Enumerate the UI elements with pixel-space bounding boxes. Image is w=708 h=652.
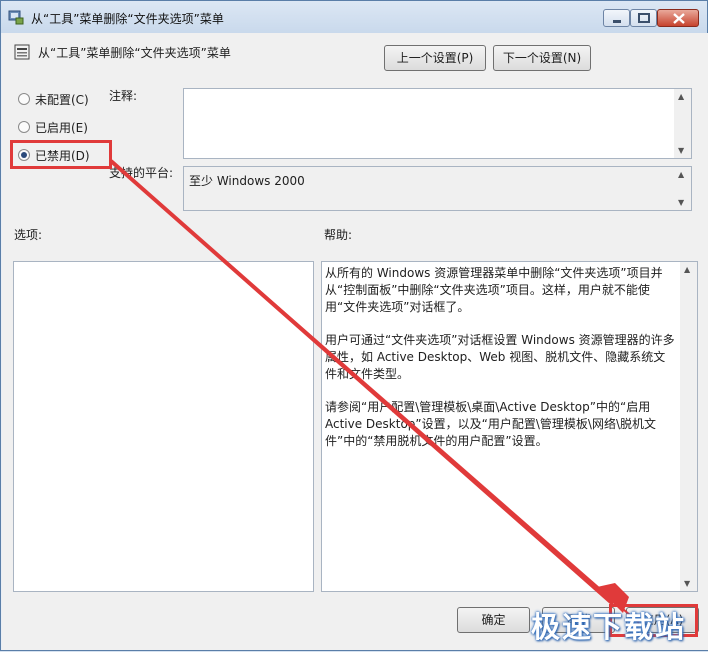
group-policy-dialog: 从“工具”菜单删除“文件夹选项”菜单 从“工具”菜单删除“文件夹选项”菜单 上一… bbox=[0, 0, 708, 651]
comment-scrollbar[interactable]: ▲ ▼ bbox=[674, 89, 691, 158]
help-panel: 从所有的 Windows 资源管理器菜单中删除“文件夹选项”项目并从“控制面板”… bbox=[321, 261, 698, 592]
disabled-option-highlight bbox=[10, 140, 112, 169]
help-paragraph: 用户可通过“文件夹选项”对话框设置 Windows 资源管理器的许多属性，如 A… bbox=[325, 333, 675, 381]
scroll-up-icon[interactable]: ▲ bbox=[684, 265, 690, 274]
comment-label: 注释: bbox=[109, 89, 138, 103]
dialog-body: 从“工具”菜单删除“文件夹选项”菜单 上一个设置(P) 下一个设置(N) 未配置… bbox=[2, 33, 708, 650]
radio-circle[interactable] bbox=[18, 93, 30, 105]
policy-app-icon bbox=[8, 10, 24, 25]
ok-button[interactable]: 确定 bbox=[457, 607, 530, 633]
previous-setting-button[interactable]: 上一个设置(P) bbox=[384, 45, 486, 71]
platform-label: 支持的平台: bbox=[109, 166, 174, 180]
next-setting-button[interactable]: 下一个设置(N) bbox=[493, 45, 591, 71]
scroll-down-icon[interactable]: ▼ bbox=[684, 579, 690, 588]
scroll-down-icon[interactable]: ▼ bbox=[678, 198, 684, 207]
help-text: 从所有的 Windows 资源管理器菜单中删除“文件夹选项”项目并从“控制面板”… bbox=[325, 265, 677, 466]
watermark-logo: 极速下载站 bbox=[531, 610, 687, 644]
help-scrollbar[interactable]: ▲ ▼ bbox=[680, 262, 697, 591]
title-bar[interactable]: 从“工具”菜单删除“文件夹选项”菜单 bbox=[1, 1, 707, 33]
help-paragraph: 从所有的 Windows 资源管理器菜单中删除“文件夹选项”项目并从“控制面板”… bbox=[325, 266, 663, 314]
platform-field: 至少 Windows 2000 ▲ ▼ bbox=[183, 166, 692, 211]
policy-name: 从“工具”菜单删除“文件夹选项”菜单 bbox=[38, 46, 231, 60]
platform-value: 至少 Windows 2000 bbox=[189, 174, 305, 188]
radio-label: 未配置(C) bbox=[35, 93, 89, 107]
maximize-button[interactable] bbox=[630, 9, 657, 27]
platform-scrollbar[interactable]: ▲ ▼ bbox=[674, 167, 691, 210]
policy-setting-icon bbox=[14, 44, 30, 60]
minimize-icon bbox=[613, 20, 621, 23]
help-label: 帮助: bbox=[324, 228, 353, 242]
options-label: 选项: bbox=[14, 228, 43, 242]
window-title: 从“工具”菜单删除“文件夹选项”菜单 bbox=[31, 12, 224, 26]
minimize-button[interactable] bbox=[603, 9, 630, 27]
scroll-up-icon[interactable]: ▲ bbox=[678, 170, 684, 179]
radio-circle[interactable] bbox=[18, 121, 30, 133]
help-paragraph: 请参阅“用户配置\管理模板\桌面\Active Desktop”中的“启用 Ac… bbox=[325, 400, 656, 448]
scroll-down-icon[interactable]: ▼ bbox=[678, 146, 684, 155]
options-panel bbox=[13, 261, 314, 592]
radio-label: 已启用(E) bbox=[35, 121, 88, 135]
close-button[interactable] bbox=[657, 9, 699, 27]
scroll-up-icon[interactable]: ▲ bbox=[678, 92, 684, 101]
comment-textarea[interactable]: ▲ ▼ bbox=[183, 88, 692, 159]
close-icon bbox=[673, 13, 685, 24]
maximize-icon bbox=[638, 13, 650, 23]
